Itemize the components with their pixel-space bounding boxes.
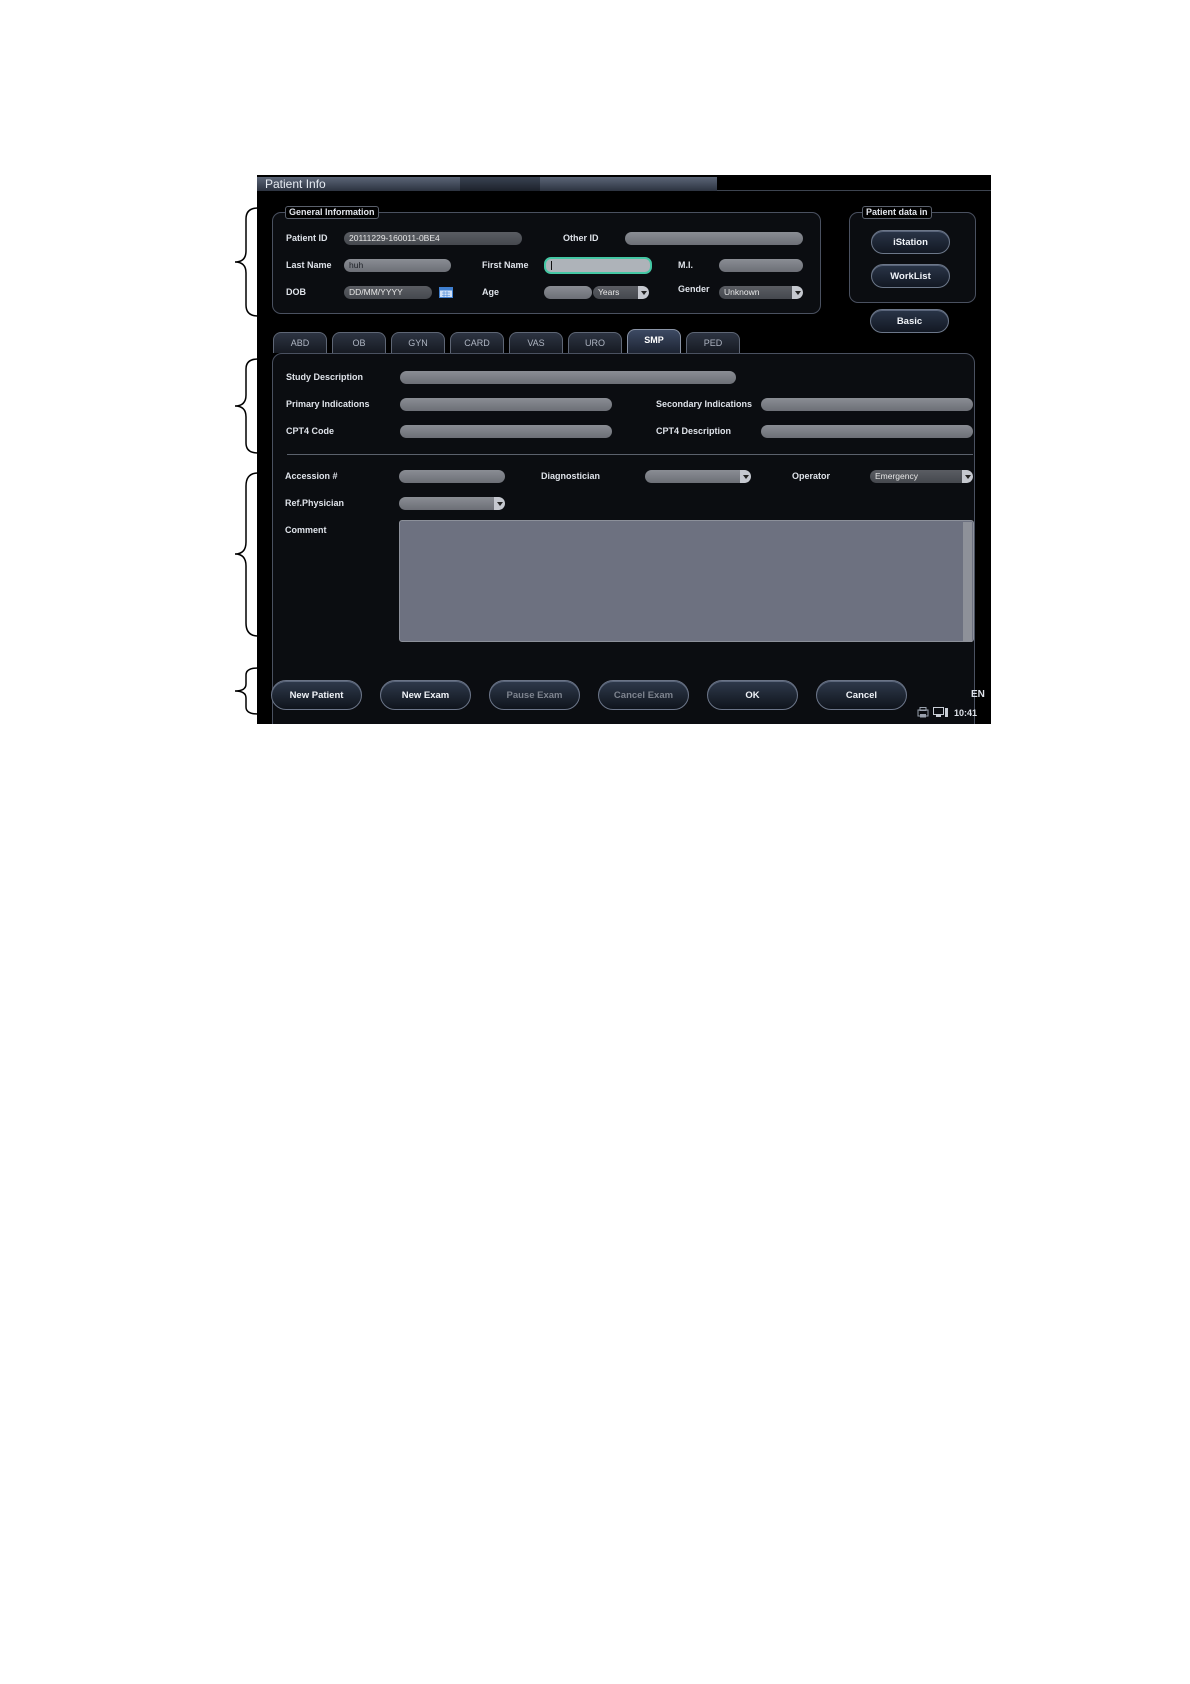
pause-exam-button[interactable]: Pause Exam [489,680,580,710]
study-description-field[interactable] [400,371,736,384]
gender-label: Gender [678,284,710,294]
operator-select[interactable]: Emergency [870,470,973,483]
tab-ob[interactable]: OB [332,332,386,353]
tab-uro[interactable]: URO [568,332,622,353]
chevron-down-icon [792,286,803,299]
accession-label: Accession # [285,471,338,481]
new-exam-button[interactable]: New Exam [380,680,471,710]
tab-ped[interactable]: PED [686,332,740,353]
diagnostician-label: Diagnostician [541,471,601,481]
ok-button[interactable]: OK [707,680,798,710]
mi-field[interactable] [719,259,803,272]
secondary-indications-label: Secondary Indications [656,399,753,409]
comment-label: Comment [285,525,327,535]
last-name-label: Last Name [286,260,332,270]
accession-field[interactable] [399,470,505,483]
ref-physician-label: Ref.Physician [285,498,345,508]
chevron-down-icon [638,286,649,299]
cpt4-description-field[interactable] [761,425,973,438]
dob-label: DOB [286,287,306,297]
dob-field[interactable]: DD/MM/YYYY [344,286,432,299]
calendar-icon[interactable] [439,286,453,298]
cancel-button[interactable]: Cancel [816,680,907,710]
other-id-label: Other ID [563,233,599,243]
first-name-field[interactable] [544,257,652,274]
brace-general [234,207,259,317]
cancel-exam-button[interactable]: Cancel Exam [598,680,689,710]
other-id-field[interactable] [625,232,803,245]
clock: 10:41 [954,708,978,718]
comment-scrollbar[interactable] [963,522,972,642]
tab-vas[interactable]: VAS [509,332,563,353]
text-caret [551,261,552,271]
tab-abd[interactable]: ABD [273,332,327,353]
tab-gyn[interactable]: GYN [391,332,445,353]
diagnostician-select[interactable] [645,470,751,483]
patient-data-in-group: Patient data in iStation WorkList [849,206,976,303]
section-divider [287,454,973,455]
comment-textarea[interactable] [399,520,974,642]
patient-id-label: Patient ID [286,233,328,243]
general-information-legend: General Information [285,206,379,219]
patient-id-field[interactable]: 20111229-160011-0BE4 [344,232,522,245]
language-indicator: EN [971,689,985,700]
first-name-label: First Name [482,260,529,270]
general-information-group: General Information Patient ID 20111229-… [272,206,821,314]
gender-select[interactable]: Unknown [719,286,803,299]
operator-label: Operator [792,471,831,481]
brace-buttons [234,667,259,715]
age-label: Age [482,287,500,297]
mi-label: M.I. [678,260,693,270]
age-unit-select[interactable]: Years [593,286,649,299]
window-title: Patient Info [265,177,326,191]
age-unit-value: Years [598,287,620,297]
operator-value: Emergency [875,471,918,481]
ref-physician-select[interactable] [399,497,505,510]
primary-indications-label: Primary Indications [286,399,370,409]
gender-value: Unknown [724,287,760,297]
last-name-field[interactable]: huh [344,259,451,272]
tab-smp[interactable]: SMP [627,329,681,353]
cpt4-description-label: CPT4 Description [656,426,732,436]
primary-indications-field[interactable] [400,398,612,411]
cpt4-code-field[interactable] [400,425,612,438]
brace-details [234,472,259,637]
tab-card[interactable]: CARD [450,332,504,353]
istation-button[interactable]: iStation [871,230,950,254]
secondary-indications-field[interactable] [761,398,973,411]
worklist-button[interactable]: WorkList [871,264,950,288]
study-description-label: Study Description [286,372,364,382]
new-patient-button[interactable]: New Patient [271,680,362,710]
age-field[interactable] [544,286,592,299]
cpt4-code-label: CPT4 Code [286,426,335,436]
patient-info-window: Patient Info General Information Patient… [257,175,991,724]
patient-data-in-legend: Patient data in [862,206,932,219]
printer-icon [917,707,929,718]
brace-study [234,358,259,454]
title-bar: Patient Info [257,175,991,193]
basic-button[interactable]: Basic [870,309,949,333]
network-icon [933,707,948,717]
